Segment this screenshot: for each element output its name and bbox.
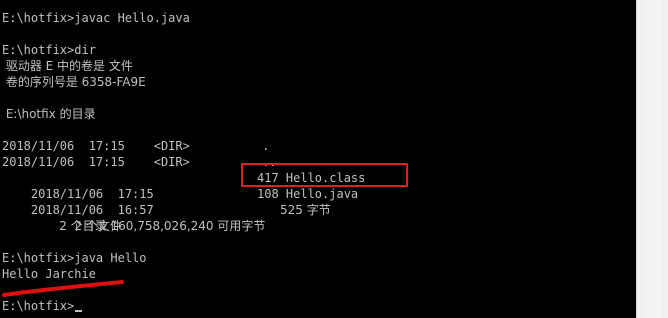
- console-line: 2018/11/06 16:57 108 Hello.java: [2, 186, 622, 217]
- console-line: E:\hotfix>javac Hello.java: [2, 11, 190, 25]
- console-line: 驱动器 E 中的卷是 文件: [2, 59, 133, 73]
- console-prompt[interactable]: E:\hotfix>: [2, 298, 83, 314]
- console-line: E:\hotfix 的目录: [2, 107, 96, 121]
- files-bytes: 525 字节: [280, 203, 331, 217]
- text-cursor: [75, 310, 83, 312]
- console-line: 卷的序列号是 6358-FA9E: [2, 75, 146, 89]
- vertical-scrollbar[interactable]: [636, 0, 668, 318]
- console-line: E:\hotfix>java Hello: [2, 251, 147, 265]
- file-row-java: 108 Hello.java: [257, 187, 359, 201]
- console-line: 2018/11/06 17:15 <DIR> .: [2, 139, 270, 153]
- underline-mark: [2, 280, 124, 297]
- console-line: 2 个目录 160,758,026,240 可用字节: [2, 219, 266, 233]
- highlight-box: [241, 163, 408, 187]
- console-line: 2 个文件 525 字节: [2, 202, 622, 233]
- console-line: E:\hotfix>dir: [2, 43, 96, 57]
- scrollbar-track[interactable]: [644, 0, 662, 318]
- console-line: 2018/11/06 17:15 <DIR> ..: [2, 155, 277, 169]
- console-window[interactable]: E:\hotfix>javac Hello.java E:\hotfix>dir…: [0, 0, 636, 318]
- prompt-text: E:\hotfix>: [2, 299, 75, 313]
